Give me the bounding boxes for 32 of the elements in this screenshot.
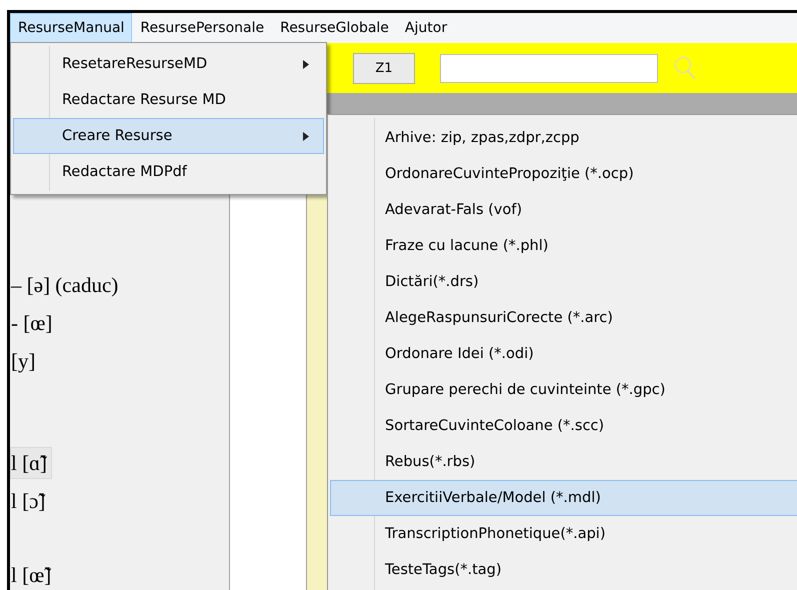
phonetic-label: – [ə] (caduc) [10,272,120,299]
submenu-item[interactable]: SortareCuvinteColoane (*.scc) [330,408,797,444]
submenu-item[interactable]: OrdonareCuvintePropoziţie (*.ocp) [330,156,797,192]
submenu-item[interactable]: Ordonare Idei (*.odi) [330,336,797,372]
menu-item[interactable]: Redactare Resurse MD [13,82,324,118]
search-icon[interactable] [673,55,697,81]
submenu-item[interactable]: Dictări(*.drs) [330,264,797,300]
submenu-arrow-icon [303,60,309,69]
menu-item[interactable]: ResetareResurseMD [13,46,324,82]
submenu-item[interactable]: Grupare perechi de cuvinteinte (*.gpc) [330,372,797,408]
submenu-item[interactable]: AlegeRaspunsuriCorecte (*.arc) [330,300,797,336]
phonetic-label: l [ɔ̃] [10,488,46,515]
menu-item[interactable]: Creare Resurse [13,118,324,154]
submenu-item[interactable]: ExercitiiVerbale/Model (*.mdl) [330,480,797,516]
menu-item[interactable]: Redactare MDPdf [13,154,324,190]
submenu-arrow-icon [303,132,309,141]
z1-button[interactable]: Z1 [353,52,415,84]
submenu-item[interactable]: Fraze cu lacune (*.phl) [330,228,797,264]
submenu-item[interactable]: Adevarat-Fals (vof) [330,192,797,228]
phonetic-label: - [œ] [10,310,54,337]
phonetic-label: [y] [10,348,36,375]
menu-bar-item[interactable]: Ajutor [396,13,456,43]
phonetic-label: l [œ̃] [10,562,52,589]
menu-bar-item[interactable]: ResurseGlobale [272,13,397,43]
menu-bar-item[interactable]: ResursePersonale [132,13,272,43]
menu-bar-item[interactable]: ResurseManual [10,13,132,43]
phonetic-label: l [ɑ̃] [10,447,52,479]
submenu-item[interactable]: Rebus(*.rbs) [330,444,797,480]
submenu-item[interactable]: Arhive: zip, zpas,zdpr,zcpp [330,120,797,156]
submenu-item[interactable]: TesteTags(*.tag) [330,552,797,588]
search-field[interactable] [440,54,658,82]
submenu-item[interactable]: TranscriptionPhonetique(*.api) [330,516,797,552]
